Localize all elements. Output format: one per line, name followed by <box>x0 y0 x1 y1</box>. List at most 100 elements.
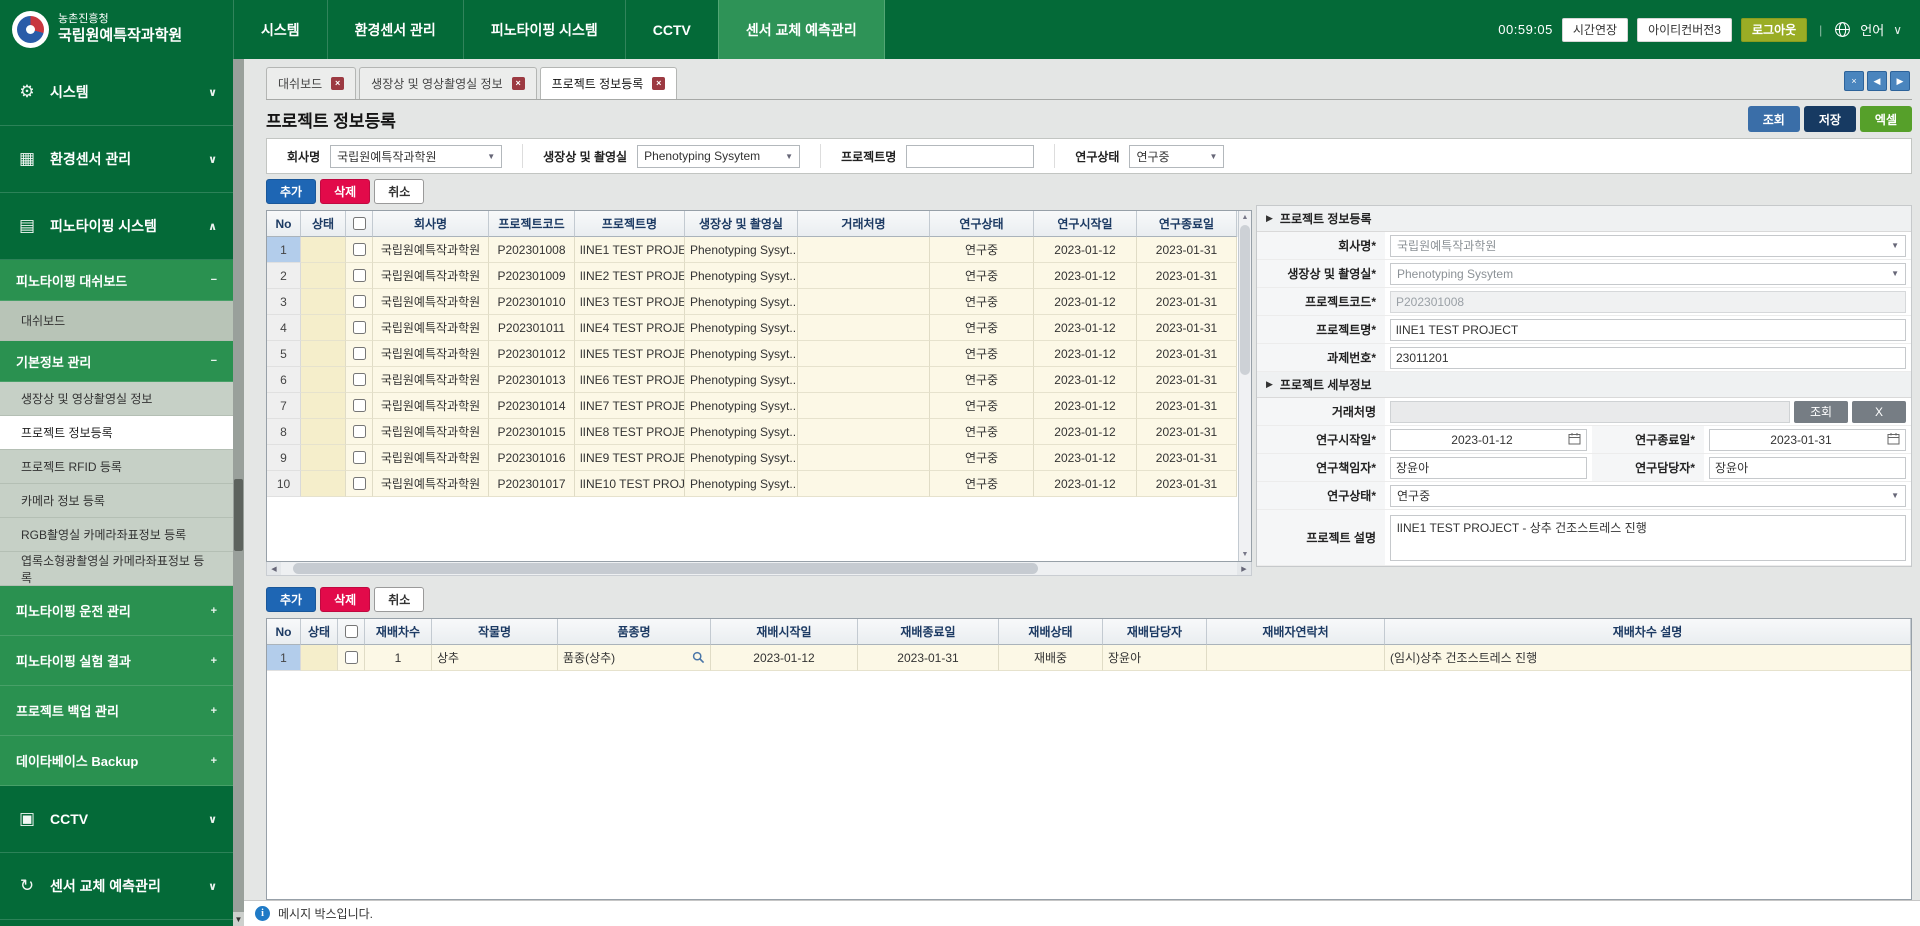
row-checkbox[interactable] <box>353 243 366 256</box>
scroll-right-icon[interactable]: ▶ <box>1237 562 1251 575</box>
table-row[interactable]: 1 1 상추 품종(상추) 2023-01-12 2023-01-31 <box>267 645 1911 671</box>
research-status-select[interactable]: 연구중 ▼ <box>1129 145 1224 168</box>
close-all-tabs-button[interactable]: × <box>1844 71 1864 91</box>
nav-env-sensor[interactable]: 환경센서 관리 <box>327 0 463 59</box>
table-row[interactable]: 8 국립원예특작과학원 P202301015 lINE8 TEST PROJEC… <box>267 419 1238 445</box>
logout-button[interactable]: 로그아웃 <box>1741 18 1807 42</box>
delete-button[interactable]: 삭제 <box>320 587 370 612</box>
table-row[interactable]: 7 국립원예특작과학원 P202301014 lINE7 TEST PROJEC… <box>267 393 1238 419</box>
scrollbar-thumb[interactable] <box>234 479 243 551</box>
save-button[interactable]: 저장 <box>1804 106 1856 132</box>
row-checkbox[interactable] <box>353 477 366 490</box>
search-button[interactable]: 조회 <box>1748 106 1800 132</box>
sidebar-item-env-sensor[interactable]: ▦ 환경센서 관리 ∨ <box>0 126 233 193</box>
table-row[interactable]: 6 국립원예특작과학원 P202301013 lINE6 TEST PROJEC… <box>267 367 1238 393</box>
row-checkbox[interactable] <box>353 373 366 386</box>
tab-close-icon[interactable]: × <box>512 77 525 90</box>
sidebar-item-camera-info[interactable]: 카메라 정보 등록 <box>0 484 233 518</box>
form-status-select[interactable]: 연구중 ▼ <box>1390 485 1906 507</box>
sidebar-item-sensor-replace[interactable]: ↻ 센서 교체 예측관리 ∨ <box>0 853 233 920</box>
sidebar-item-rgb-camera-coords[interactable]: RGB촬영실 카메라좌표정보 등록 <box>0 518 233 552</box>
nav-phenotyping[interactable]: 피노타이핑 시스템 <box>463 0 625 59</box>
project-name-field[interactable] <box>1390 319 1906 341</box>
scroll-down-icon[interactable]: ▼ <box>233 912 244 926</box>
form-chamber-select[interactable]: Phenotyping Sysytem ▼ <box>1390 263 1906 285</box>
scrollbar-thumb[interactable] <box>293 563 1038 574</box>
sidebar-item-project-register[interactable]: 프로젝트 정보등록 <box>0 416 233 450</box>
row-checkbox[interactable] <box>345 651 358 664</box>
sidebar-scrollbar[interactable]: ▼ <box>233 59 244 926</box>
sidebar-group-pheno-dashboard[interactable]: 피노타이핑 대쉬보드 − <box>0 260 233 301</box>
table-row[interactable]: 3 국립원예특작과학원 P202301010 lINE3 TEST PROJEC… <box>267 289 1238 315</box>
calendar-icon[interactable] <box>1568 432 1581 448</box>
sidebar-item-project-rfid[interactable]: 프로젝트 RFID 등록 <box>0 450 233 484</box>
nav-system[interactable]: 시스템 <box>233 0 327 59</box>
nav-sensor-replace[interactable]: 센서 교체 예측관리 <box>718 0 885 59</box>
scroll-left-icon[interactable]: ◀ <box>267 562 281 575</box>
cancel-button[interactable]: 취소 <box>374 587 424 612</box>
form-company-select[interactable]: 국립원예특작과학원 ▼ <box>1390 235 1906 257</box>
row-checkbox[interactable] <box>353 425 366 438</box>
horizontal-scrollbar[interactable]: ◀ ▶ <box>266 562 1252 576</box>
next-tab-button[interactable]: ▶ <box>1890 71 1910 91</box>
vertical-scrollbar[interactable]: ▲ ▼ <box>1238 211 1251 561</box>
table-row[interactable]: 1 국립원예특작과학원 P202301008 lINE1 TEST PROJEC… <box>267 237 1238 263</box>
task-number-input[interactable] <box>1390 347 1906 369</box>
table-row[interactable]: 4 국립원예특작과학원 P202301011 lINE4 TEST PROJEC… <box>267 315 1238 341</box>
sidebar-item-dashboard[interactable]: 대쉬보드 <box>0 301 233 341</box>
language-chevron-down-icon[interactable]: ∨ <box>1893 23 1902 37</box>
excel-button[interactable]: 엑셀 <box>1860 106 1912 132</box>
manager-input[interactable] <box>1709 457 1906 479</box>
tab-close-icon[interactable]: × <box>331 77 344 90</box>
tab-close-icon[interactable]: × <box>652 77 665 90</box>
row-checkbox[interactable] <box>353 295 366 308</box>
sidebar-item-phenotyping[interactable]: ▤ 피노타이핑 시스템 ∧ <box>0 193 233 260</box>
sidebar-group-project-backup[interactable]: 프로젝트 백업 관리 + <box>0 686 233 736</box>
calendar-icon[interactable] <box>1887 432 1900 448</box>
row-checkbox[interactable] <box>353 451 366 464</box>
delete-button[interactable]: 삭제 <box>320 179 370 204</box>
nav-cctv[interactable]: CCTV <box>625 0 718 59</box>
company-select[interactable]: 국립원예특작과학원 ▼ <box>330 145 502 168</box>
end-date-input[interactable]: 2023-01-31 <box>1709 429 1906 451</box>
logo[interactable]: 농촌진흥청 국립원예특작과학원 <box>0 0 233 59</box>
variety-search-icon[interactable] <box>692 651 705 664</box>
table-row[interactable]: 2 국립원예특작과학원 P202301009 lINE2 TEST PROJEC… <box>267 263 1238 289</box>
client-search-button[interactable]: 조회 <box>1794 401 1848 423</box>
client-clear-button[interactable]: X <box>1852 401 1906 423</box>
sidebar-group-database-backup[interactable]: 데이타베이스 Backup + <box>0 736 233 786</box>
sidebar-group-basic-info[interactable]: 기본정보 관리 − <box>0 341 233 382</box>
row-checkbox[interactable] <box>353 347 366 360</box>
sidebar-item-chamber-info[interactable]: 생장상 및 영상촬영실 정보 <box>0 382 233 416</box>
chamber-select[interactable]: Phenotyping Sysytem ▼ <box>637 145 800 168</box>
project-name-input[interactable] <box>906 145 1034 168</box>
scroll-down-icon[interactable]: ▼ <box>1239 548 1251 561</box>
scrollbar-track[interactable] <box>281 562 1237 575</box>
table-row[interactable]: 5 국립원예특작과학원 P202301012 lINE5 TEST PROJEC… <box>267 341 1238 367</box>
sidebar-item-system[interactable]: ⚙ 시스템 ∨ <box>0 59 233 126</box>
sidebar-group-operation[interactable]: 피노타이핑 운전 관리 + <box>0 586 233 636</box>
select-all-checkbox[interactable] <box>345 625 358 638</box>
language-label[interactable]: 언어 <box>1860 20 1884 39</box>
select-all-checkbox[interactable] <box>353 217 366 230</box>
sidebar-item-chlorophyll-camera-coords[interactable]: 엽록소형광촬영실 카메라좌표정보 등록 <box>0 552 233 586</box>
table-row[interactable]: 10 국립원예특작과학원 P202301017 lINE10 TEST PROJ… <box>267 471 1238 497</box>
row-checkbox[interactable] <box>353 399 366 412</box>
sidebar-item-cctv[interactable]: ▣ CCTV ∨ <box>0 786 233 853</box>
scroll-up-icon[interactable]: ▲ <box>1239 211 1251 224</box>
globe-icon[interactable] <box>1834 21 1851 38</box>
scrollbar-thumb[interactable] <box>1240 225 1250 375</box>
tab-chamber-info[interactable]: 생장상 및 영상촬영실 정보 × <box>359 67 536 99</box>
extend-time-button[interactable]: 시간연장 <box>1562 18 1628 42</box>
tab-dashboard[interactable]: 대쉬보드 × <box>266 67 356 99</box>
add-button[interactable]: 추가 <box>266 587 316 612</box>
row-checkbox[interactable] <box>353 321 366 334</box>
sidebar-group-experiment-results[interactable]: 피노타이핑 실험 결과 + <box>0 636 233 686</box>
add-button[interactable]: 추가 <box>266 179 316 204</box>
tab-project-register[interactable]: 프로젝트 정보등록 × <box>540 67 678 99</box>
leader-input[interactable] <box>1390 457 1587 479</box>
prev-tab-button[interactable]: ◀ <box>1867 71 1887 91</box>
account-button[interactable]: 아이티컨버전3 <box>1637 18 1732 42</box>
table-row[interactable]: 9 국립원예특작과학원 P202301016 lINE9 TEST PROJEC… <box>267 445 1238 471</box>
start-date-input[interactable]: 2023-01-12 <box>1390 429 1587 451</box>
